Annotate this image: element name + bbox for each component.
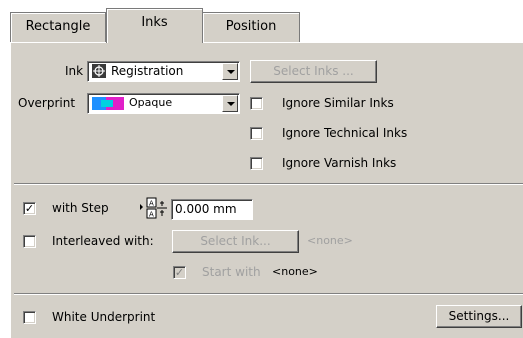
step-value: 0.000 mm bbox=[175, 202, 237, 216]
ignore-similar-inks-label: Ignore Similar Inks bbox=[282, 96, 394, 110]
svg-text:A: A bbox=[149, 211, 154, 219]
tab-position-label: Position bbox=[225, 19, 277, 34]
ink-value: Registration bbox=[111, 64, 184, 78]
separator bbox=[14, 183, 523, 185]
interleaved-label: Interleaved with: bbox=[52, 234, 154, 248]
interleaved-value: <none> bbox=[307, 234, 353, 247]
ink-combo[interactable]: Registration bbox=[87, 61, 240, 82]
settings-button[interactable]: Settings... bbox=[436, 305, 522, 328]
tab-rectangle-label: Rectangle bbox=[25, 19, 91, 34]
step-value-field[interactable]: 0.000 mm bbox=[171, 199, 253, 220]
with-step-check-mark: ✓ bbox=[24, 202, 35, 215]
ignore-technical-inks-checkbox[interactable] bbox=[250, 127, 263, 140]
with-step-checkbox[interactable]: ✓ bbox=[23, 202, 36, 215]
overprint-label: Overprint bbox=[18, 96, 76, 110]
white-underprint-label: White Underprint bbox=[52, 310, 156, 324]
ink-dropdown-arrow-icon[interactable] bbox=[222, 63, 238, 80]
overprint-value: Opaque bbox=[129, 96, 173, 109]
tab-inks-label: Inks bbox=[141, 15, 168, 30]
overprint-combo[interactable]: Opaque bbox=[87, 93, 240, 114]
ignore-varnish-inks-label: Ignore Varnish Inks bbox=[282, 156, 397, 170]
registration-icon bbox=[92, 64, 106, 78]
tab-rectangle[interactable]: Rectangle bbox=[10, 12, 106, 42]
interleaved-checkbox[interactable] bbox=[23, 235, 36, 248]
overprint-dropdown-arrow-icon[interactable] bbox=[222, 95, 238, 112]
white-underprint-checkbox[interactable] bbox=[23, 311, 36, 324]
ignore-similar-inks-checkbox[interactable] bbox=[250, 97, 263, 110]
ignore-technical-inks-label: Ignore Technical Inks bbox=[282, 126, 408, 140]
with-step-label: with Step bbox=[52, 201, 109, 215]
select-ink-button[interactable]: Select Ink... bbox=[172, 230, 299, 253]
opaque-swatch-icon bbox=[92, 97, 124, 110]
start-with-checkbox[interactable]: ✓ bbox=[173, 266, 186, 279]
svg-text:A: A bbox=[149, 200, 154, 208]
select-inks-button-label: Select Inks ... bbox=[273, 64, 354, 78]
tab-inks[interactable]: Inks bbox=[106, 8, 203, 43]
ink-label: Ink bbox=[65, 64, 84, 78]
start-with-value: <none> bbox=[272, 265, 318, 278]
ignore-varnish-inks-checkbox[interactable] bbox=[250, 157, 263, 170]
settings-button-label: Settings... bbox=[448, 309, 510, 323]
start-with-label: Start with bbox=[202, 265, 261, 279]
start-with-check-mark: ✓ bbox=[174, 266, 185, 279]
select-ink-button-label: Select Ink... bbox=[200, 234, 271, 248]
step-direction-icon[interactable]: A A bbox=[139, 195, 169, 221]
select-inks-button[interactable]: Select Inks ... bbox=[250, 60, 377, 83]
separator bbox=[14, 293, 523, 295]
tab-position[interactable]: Position bbox=[202, 12, 300, 42]
